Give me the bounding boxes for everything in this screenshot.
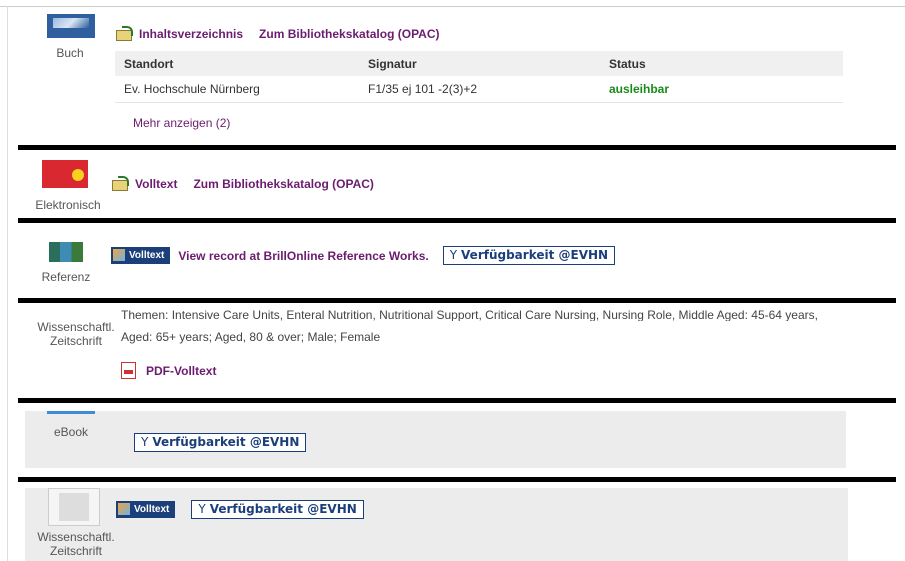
table-row: Ev. Hochschule Nürnberg F1/35 ej 101 -2(… [115,76,843,103]
separator [18,145,896,150]
pdf-icon [121,362,136,379]
record-type-label: Elektronisch [35,198,101,210]
record-type-label: eBook [53,425,89,439]
holdings-table: Standort Signatur Status Ev. Hochschule … [115,51,843,103]
record-type-label: Buch [56,46,84,60]
record-links: PDF-Volltext [121,362,216,379]
record-type-label: Wissenschaftl. Zeitschrift [37,320,115,348]
record-type-label: Referenz [41,270,91,284]
separator [18,218,896,223]
availability-icon: Y [141,435,149,449]
column-header: Standort [115,51,359,76]
location-cell: Ev. Hochschule Nürnberg [115,76,359,103]
record-links: Volltext Zum Bibliothekskatalog (OPAC) [112,176,374,191]
reference-books-icon[interactable] [49,242,83,262]
ebook-cover-thumbnail[interactable] [42,160,88,188]
fulltext-badge[interactable]: Volltext [116,501,176,518]
availability-label: Verfügbarkeit @EVHN [461,248,609,262]
fulltext-badge[interactable]: Volltext [111,247,171,264]
folder-icon [116,26,133,41]
record-links: Volltext View record at BrillOnline Refe… [111,246,616,265]
record-ebook: eBook Y Verfügbarkeit @EVHN [25,411,846,468]
record-type-label: Wissenschaftl. Zeitschrift [37,530,115,558]
availability-button[interactable]: Y Verfügbarkeit @EVHN [442,246,616,265]
availability-icon: Y [198,502,206,516]
availability-button[interactable]: Y Verfügbarkeit @EVHN [134,433,307,452]
opac-link[interactable]: Zum Bibliothekskatalog (OPAC) [259,27,439,41]
separator [18,477,896,482]
toc-link[interactable]: Inhaltsverzeichnis [139,27,243,41]
book-cover-thumbnail[interactable] [47,14,95,38]
fulltext-link[interactable]: Volltext [135,177,177,191]
folder-icon [112,176,129,191]
column-header: Status [600,51,843,76]
availability-icon: Y [449,248,458,262]
journal-cover-thumbnail[interactable] [48,488,100,526]
opac-link[interactable]: Zum Bibliothekskatalog (OPAC) [193,177,373,191]
show-more-link[interactable]: Mehr anzeigen (2) [133,116,230,130]
subjects-line: Themen: Intensive Care Units, Enteral Nu… [121,309,818,321]
separator [18,398,896,403]
signature-cell: F1/35 ej 101 -2(3)+2 [359,76,600,103]
subjects-line: Aged: 65+ years; Aged, 80 & over; Male; … [121,330,381,344]
table-header-row: Standort Signatur Status [115,51,843,76]
separator [18,298,896,303]
record-journal-2 [25,488,848,561]
availability-button[interactable]: Y Verfügbarkeit @EVHN [191,500,364,519]
column-header: Signatur [359,51,600,76]
record-links: Volltext Y Verfügbarkeit @EVHN [116,500,364,519]
availability-label: Verfügbarkeit @EVHN [209,502,357,516]
left-border [7,6,8,561]
top-border [0,6,905,7]
ebook-cover-thumbnail[interactable] [47,411,95,414]
brill-record-link[interactable]: View record at BrillOnline Reference Wor… [178,249,428,263]
availability-label: Verfügbarkeit @EVHN [152,435,300,449]
record-links: Inhaltsverzeichnis Zum Bibliothekskatalo… [116,26,440,41]
pdf-fulltext-link[interactable]: PDF-Volltext [146,364,216,378]
status-cell: ausleihbar [600,76,843,103]
